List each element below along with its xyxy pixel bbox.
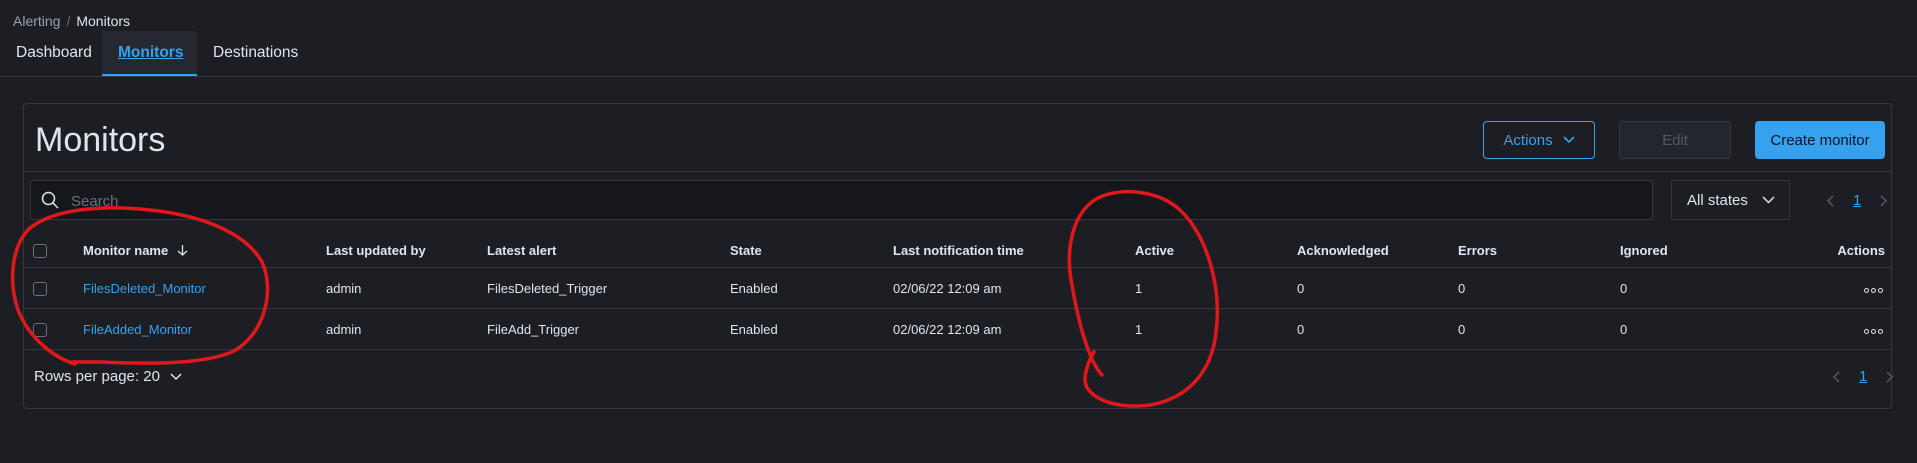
edit-button[interactable]: Edit bbox=[1619, 121, 1731, 159]
page-number-button[interactable]: 1 bbox=[1859, 368, 1867, 385]
monitor-name-link[interactable]: FilesDeleted_Monitor bbox=[83, 281, 206, 296]
page-number-button[interactable]: 1 bbox=[1853, 192, 1861, 209]
chevron-left-icon bbox=[1826, 194, 1834, 207]
rows-per-page-label: Rows per page: 20 bbox=[34, 368, 160, 385]
tab-monitors[interactable]: Monitors bbox=[102, 31, 197, 76]
header-divider bbox=[24, 171, 1891, 172]
cell-state: Enabled bbox=[730, 267, 893, 309]
cell-errors: 0 bbox=[1458, 267, 1620, 309]
actions-button[interactable]: Actions bbox=[1483, 121, 1595, 159]
search-icon bbox=[41, 191, 59, 209]
cell-active: 1 bbox=[1135, 308, 1297, 350]
chevron-right-icon bbox=[1880, 194, 1888, 207]
search-input[interactable] bbox=[69, 181, 1633, 221]
next-page-button[interactable] bbox=[1883, 370, 1897, 384]
breadcrumb-separator: / bbox=[66, 13, 71, 29]
state-filter-select[interactable]: All states bbox=[1671, 180, 1790, 220]
column-header-monitor-name[interactable]: Monitor name bbox=[83, 233, 326, 268]
column-header-acknowledged[interactable]: Acknowledged bbox=[1297, 233, 1458, 268]
column-header-last-notification-time[interactable]: Last notification time bbox=[893, 233, 1135, 268]
column-header-active[interactable]: Active bbox=[1135, 233, 1297, 268]
column-header-latest-alert[interactable]: Latest alert bbox=[487, 233, 730, 268]
breadcrumb: Alerting / Monitors bbox=[13, 13, 130, 29]
column-header-ignored[interactable]: Ignored bbox=[1620, 233, 1800, 268]
search-box bbox=[30, 180, 1653, 221]
chevron-down-icon bbox=[1563, 136, 1575, 144]
table-header-row: Monitor name Last updated by Latest aler… bbox=[24, 233, 1891, 268]
cell-acknowledged: 0 bbox=[1297, 308, 1458, 350]
row-checkbox[interactable] bbox=[33, 322, 47, 337]
cell-active: 1 bbox=[1135, 267, 1297, 309]
next-page-button[interactable] bbox=[1877, 194, 1891, 208]
cell-updated-by: admin bbox=[326, 267, 487, 309]
create-monitor-button[interactable]: Create monitor bbox=[1755, 121, 1885, 159]
cell-state: Enabled bbox=[730, 308, 893, 350]
cell-last-notification: 02/06/22 12:09 am bbox=[893, 308, 1135, 350]
row-checkbox[interactable] bbox=[33, 281, 47, 296]
table-row: FileAdded_Monitor admin FileAdd_Trigger … bbox=[24, 308, 1891, 350]
chevron-left-icon bbox=[1832, 370, 1840, 383]
rows-per-page-button[interactable]: Rows per page: 20 bbox=[34, 368, 182, 385]
tab-dashboard[interactable]: Dashboard bbox=[0, 31, 108, 76]
prev-page-button[interactable] bbox=[1823, 194, 1837, 208]
column-header-errors[interactable]: Errors bbox=[1458, 233, 1620, 268]
table-row: FilesDeleted_Monitor admin FilesDeleted_… bbox=[24, 267, 1891, 309]
pagination-top: 1 bbox=[1823, 192, 1891, 209]
column-header-last-updated-by[interactable]: Last updated by bbox=[326, 233, 487, 268]
cell-latest-alert: FilesDeleted_Trigger bbox=[487, 267, 730, 309]
prev-page-button[interactable] bbox=[1829, 370, 1843, 384]
page-title: Monitors bbox=[35, 121, 166, 159]
monitor-name-link[interactable]: FileAdded_Monitor bbox=[83, 322, 192, 337]
arrow-down-icon bbox=[177, 244, 188, 256]
chevron-down-icon bbox=[1762, 196, 1775, 204]
cell-updated-by: admin bbox=[326, 308, 487, 350]
chevron-down-icon bbox=[170, 372, 182, 380]
cell-acknowledged: 0 bbox=[1297, 267, 1458, 309]
row-actions-ellipsis-icon[interactable] bbox=[1864, 287, 1883, 293]
cell-errors: 0 bbox=[1458, 308, 1620, 350]
pagination-bottom: 1 bbox=[1829, 368, 1897, 385]
chevron-right-icon bbox=[1886, 370, 1894, 383]
row-actions-ellipsis-icon[interactable] bbox=[1864, 328, 1883, 334]
monitors-panel: Monitors Actions Edit Create monitor All… bbox=[23, 103, 1894, 409]
monitors-table: Monitor name Last updated by Latest aler… bbox=[24, 233, 1891, 350]
cell-last-notification: 02/06/22 12:09 am bbox=[893, 267, 1135, 309]
breadcrumb-monitors: Monitors bbox=[76, 13, 131, 29]
select-all-checkbox[interactable] bbox=[33, 243, 47, 258]
column-header-actions: Actions bbox=[1800, 233, 1891, 268]
cell-ignored: 0 bbox=[1620, 308, 1800, 350]
cell-latest-alert: FileAdd_Trigger bbox=[487, 308, 730, 350]
tab-bar: Dashboard Monitors Destinations bbox=[0, 31, 1917, 77]
state-filter-value: All states bbox=[1687, 191, 1748, 209]
actions-button-label: Actions bbox=[1503, 131, 1553, 149]
cell-ignored: 0 bbox=[1620, 267, 1800, 309]
tab-destinations[interactable]: Destinations bbox=[197, 31, 314, 76]
breadcrumb-alerting[interactable]: Alerting bbox=[13, 13, 60, 29]
column-header-state[interactable]: State bbox=[730, 233, 893, 268]
